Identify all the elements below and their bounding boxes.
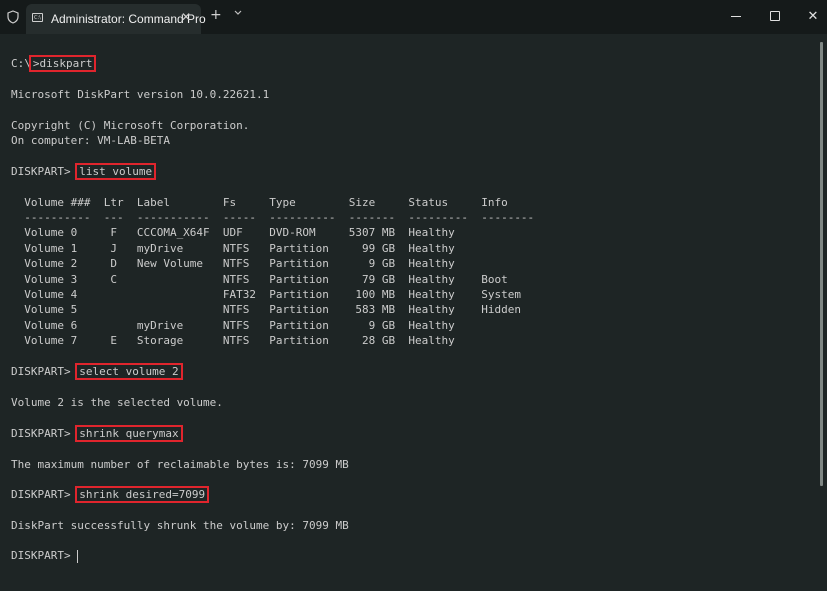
table-row: Volume 2 D New Volume NTFS Partition 9 G… [11,257,455,270]
command-highlight: list volume [75,163,157,180]
prompt: DISKPART> [11,488,78,501]
prompt-line: DISKPART> shrink desired=7099 [11,486,210,503]
output-line: The maximum number of reclaimable bytes … [11,458,349,471]
close-window-button[interactable]: ✕ [790,0,827,32]
terminal-output[interactable]: C:\ >diskpart Microsoft DiskPart version … [0,34,815,591]
output-line: Volume 2 is the selected volume. [11,396,223,409]
maximize-icon [770,11,780,21]
command-highlight: shrink desired=7099 [75,486,210,503]
prompt-line: DISKPART> shrink querymax [11,425,183,442]
prompt-line: DISKPART> list volume [11,163,157,180]
terminal-window: C:\ Administrator: Command Pro ✕ + ✕ C:\… [0,0,827,591]
command-highlight: select volume 2 [75,363,183,380]
prompt: DISKPART> [11,549,78,562]
table-row: Volume 1 J myDrive NTFS Partition 99 GB … [11,242,455,255]
prompt-line: DISKPART> select volume 2 [11,363,183,380]
prompt: C:\ [11,57,31,70]
close-icon: ✕ [807,8,819,24]
prompt: DISKPART> [11,165,78,178]
prompt-line[interactable]: DISKPART> [11,549,79,563]
scrollbar[interactable] [820,42,823,486]
table-divider: ---------- --- ----------- ----- -------… [11,211,535,224]
output-line: Copyright (C) Microsoft Corporation. [11,119,250,132]
command-highlight: shrink querymax [75,425,183,442]
prompt-line: C:\ >diskpart [11,55,97,72]
close-tab-icon[interactable]: ✕ [181,10,191,24]
table-row: Volume 3 C NTFS Partition 79 GB Healthy … [11,273,508,286]
prompt: DISKPART> [11,427,78,440]
table-header: Volume ### Ltr Label Fs Type Size Status… [11,196,508,209]
title-bar: C:\ Administrator: Command Pro ✕ + ✕ [0,0,827,34]
output-line: On computer: VM-LAB-BETA [11,134,170,147]
new-tab-button[interactable]: + [210,7,222,23]
prompt: DISKPART> [11,365,78,378]
table-row: Volume 7 E Storage NTFS Partition 28 GB … [11,334,455,347]
table-row: Volume 0 F CCCOMA_X64F UDF DVD-ROM 5307 … [11,226,455,239]
chevron-down-icon[interactable] [233,9,243,20]
minimize-icon [731,15,741,17]
table-row: Volume 4 FAT32 Partition 100 MB Healthy … [11,288,521,301]
output-line: Microsoft DiskPart version 10.0.22621.1 [11,88,270,101]
command-highlight: >diskpart [28,55,97,72]
tab-command-prompt[interactable]: C:\ Administrator: Command Pro ✕ [26,4,206,34]
shield-icon [7,10,19,24]
table-row: Volume 5 NTFS Partition 583 MB Healthy H… [11,303,521,316]
table-row: Volume 6 myDrive NTFS Partition 9 GB Hea… [11,319,455,332]
output-line: DiskPart successfully shrunk the volume … [11,519,349,532]
terminal-icon: C:\ [32,13,43,22]
text-cursor [77,549,79,563]
